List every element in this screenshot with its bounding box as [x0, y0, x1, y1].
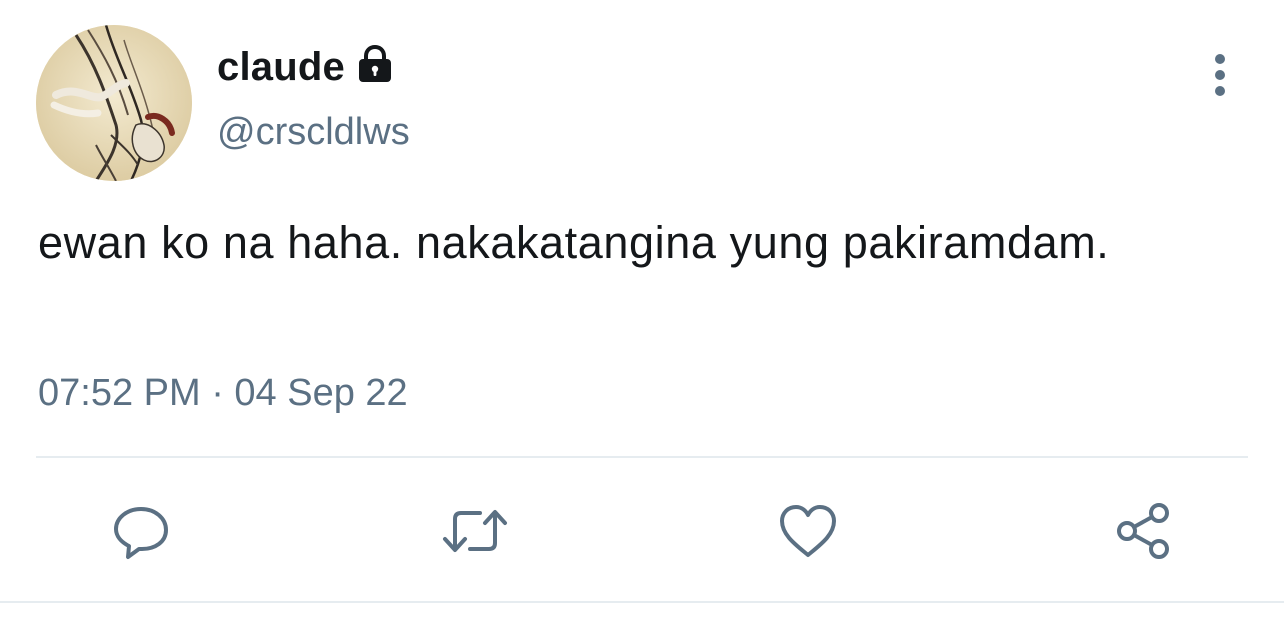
like-button[interactable]: [773, 496, 843, 566]
tweet-timestamp[interactable]: 07:52 PM · 04 Sep 22: [38, 372, 408, 415]
heart-icon: [780, 505, 836, 557]
author-name-row: claude: [217, 40, 395, 94]
avatar-illustration: [36, 25, 192, 181]
retweet-button[interactable]: [440, 496, 510, 566]
more-vertical-icon: [1215, 54, 1225, 96]
tweet-text: ewan ko na haha. nakakatangina yung paki…: [38, 217, 1110, 268]
divider: [36, 456, 1248, 458]
more-options-button[interactable]: [1198, 50, 1242, 100]
reply-button[interactable]: [106, 496, 176, 566]
share-button[interactable]: [1108, 496, 1178, 566]
user-handle[interactable]: @crscldlws: [217, 111, 410, 154]
retweet-icon: [443, 510, 507, 552]
avatar[interactable]: [36, 25, 192, 181]
divider: [0, 601, 1284, 603]
lock-icon: [355, 44, 395, 85]
display-name[interactable]: claude: [217, 45, 345, 90]
share-icon: [1117, 503, 1169, 559]
comment-icon: [114, 507, 168, 559]
action-bar: [0, 496, 1284, 566]
